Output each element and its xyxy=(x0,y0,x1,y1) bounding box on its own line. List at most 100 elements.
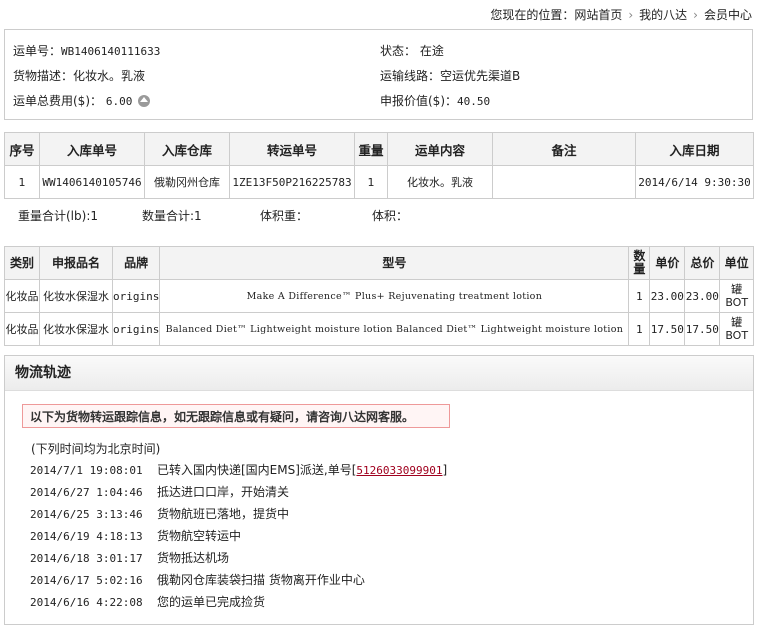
volume-weight: 体积重： xyxy=(260,209,309,223)
cell-weight: 1 xyxy=(354,165,388,199)
cell-declared-name: 化妆水保湿水 xyxy=(39,279,113,313)
event-time: 2014/6/19 4:18:13 xyxy=(30,530,143,543)
event-text: 货物航空转运中 xyxy=(157,529,242,543)
goods-description-value: 化妆水。乳液 xyxy=(73,69,146,83)
goods-description-label: 货物描述： xyxy=(13,69,74,83)
event-time: 2014/6/25 3:13:46 xyxy=(30,508,143,521)
list-item: 2014/6/16 4:22:08 您的运单已完成捡货 xyxy=(30,594,447,616)
event-time: 2014/6/16 4:22:08 xyxy=(30,596,143,609)
list-item: 2014/7/1 19:08:01 已转入国内快递[国内EMS]派送,单号[512… xyxy=(30,462,447,484)
col-seq: 序号 xyxy=(4,132,40,166)
inbound-table-header: 序号 入库单号 入库仓库 转运单号 重量 运单内容 备注 入库日期 xyxy=(4,132,754,166)
breadcrumb: 您现在的位置：网站首页 › 我的八达 › 会员中心 xyxy=(490,6,752,23)
inbound-table: 序号 入库单号 入库仓库 转运单号 重量 运单内容 备注 入库日期 1 WW14… xyxy=(4,132,754,199)
route-row: 运输线路：空运优先渠道B xyxy=(380,67,520,84)
waybill-number-label: 运单号： xyxy=(13,44,62,58)
fee-detail-toggle-icon[interactable] xyxy=(138,95,151,107)
col-brand: 品牌 xyxy=(111,246,161,280)
list-item: 2014/6/17 5:02:16 俄勒冈仓库装袋扫描 货物离开作业中心 xyxy=(30,572,447,594)
cell-unit: 罐BOT xyxy=(719,279,754,313)
col-weight: 重量 xyxy=(354,132,388,166)
col-remark: 备注 xyxy=(492,132,636,166)
declaration-table-header: 类别 申报品名 品牌 型号 数量 单价 总价 单位 xyxy=(4,246,754,280)
breadcrumb-home-link[interactable]: 网站首页 xyxy=(574,8,622,22)
cell-category: 化妆品 xyxy=(4,312,40,346)
col-category: 类别 xyxy=(4,246,40,280)
cell-warehouse: 俄勒冈州仓库 xyxy=(144,165,230,199)
event-time: 2014/7/1 19:08:01 xyxy=(30,464,143,477)
declared-value-row: 申报价值($)：40.50 xyxy=(380,92,490,109)
cell-model: Balanced Diet™ Lightweight moisture loti… xyxy=(159,312,630,346)
list-item: 2014/6/25 3:13:46 货物航班已落地，提货中 xyxy=(30,506,447,528)
col-content: 运单内容 xyxy=(387,132,493,166)
list-item: 2014/6/27 1:04:46 抵达进口口岸，开始清关 xyxy=(30,484,447,506)
waybill-summary: 运单号：WB1406140111633 状态： 在途 货物描述：化妆水。乳液 运… xyxy=(4,29,753,120)
cell-inbound-date: 2014/6/14 9:30:30 xyxy=(635,165,754,199)
event-time: 2014/6/17 5:02:16 xyxy=(30,574,143,587)
event-text: 已转入国内快递[国内EMS]派送,单号[ xyxy=(157,463,357,477)
table-row: 1 WW1406140105746 俄勒冈州仓库 1ZE13F50P216225… xyxy=(4,165,754,199)
event-text-suffix: ] xyxy=(442,463,448,477)
cell-qty: 1 xyxy=(628,312,651,346)
event-text: 您的运单已完成捡货 xyxy=(157,595,266,609)
chevron-right-icon: › xyxy=(628,8,634,22)
cell-brand: origins xyxy=(111,279,161,313)
status-label: 状态： xyxy=(380,44,417,58)
total-weight: 重量合计(lb):1 xyxy=(18,209,98,223)
route-label: 运输线路： xyxy=(380,69,441,83)
logistics-panel: 物流轨迹 以下为货物转运跟踪信息，如无跟踪信息或有疑问，请咨询八达网客服。 (下… xyxy=(4,355,754,625)
cell-seq: 1 xyxy=(4,165,40,199)
cell-remark xyxy=(492,165,636,199)
list-item: 2014/6/18 3:01:17 货物抵达机场 xyxy=(30,550,447,572)
cell-category: 化妆品 xyxy=(4,279,40,313)
cell-declared-name: 化妆水保湿水 xyxy=(39,312,113,346)
cell-unit-price: 17.50 xyxy=(649,312,686,346)
col-model: 型号 xyxy=(159,246,630,280)
declaration-table: 类别 申报品名 品牌 型号 数量 单价 总价 单位 化妆品 化妆水保湿水 ori… xyxy=(4,246,754,346)
event-time: 2014/6/18 3:01:17 xyxy=(30,552,143,565)
cell-unit: 罐BOT xyxy=(719,312,754,346)
ems-tracking-link[interactable]: 5126033099901 xyxy=(356,464,442,477)
col-inbound-date: 入库日期 xyxy=(635,132,754,166)
breadcrumb-member-center-link[interactable]: 会员中心 xyxy=(704,8,752,22)
col-transfer-no: 转运单号 xyxy=(229,132,355,166)
col-warehouse: 入库仓库 xyxy=(144,132,230,166)
tracking-events: 2014/7/1 19:08:01 已转入国内快递[国内EMS]派送,单号[512… xyxy=(30,462,447,616)
event-text: 货物抵达机场 xyxy=(157,551,230,565)
cell-unit-price: 23.00 xyxy=(649,279,686,313)
cell-transfer-no: 1ZE13F50P216225783 xyxy=(229,165,355,199)
cell-inbound-no: WW1406140105746 xyxy=(39,165,145,199)
event-time: 2014/6/27 1:04:46 xyxy=(30,486,143,499)
tracking-notice: 以下为货物转运跟踪信息，如无跟踪信息或有疑问，请咨询八达网客服。 xyxy=(22,404,450,428)
cell-qty: 1 xyxy=(628,279,651,313)
event-text: 俄勒冈仓库装袋扫描 货物离开作业中心 xyxy=(157,573,365,587)
breadcrumb-my-bada-link[interactable]: 我的八达 xyxy=(639,8,687,22)
total-fee-label: 运单总费用($)： xyxy=(13,94,102,108)
chevron-right-icon: › xyxy=(693,8,698,22)
totals-row: 重量合计(lb):1 数量合计:1 体积重： 体积： xyxy=(0,207,758,223)
volume: 体积： xyxy=(372,209,409,223)
col-unit: 单位 xyxy=(719,246,754,280)
cell-brand: origins xyxy=(111,312,161,346)
declared-value-value: 40.50 xyxy=(457,95,491,108)
table-row: 化妆品 化妆水保湿水 origins Make A Difference™ Pl… xyxy=(4,279,754,313)
col-inbound-no: 入库单号 xyxy=(39,132,145,166)
logistics-title: 物流轨迹 xyxy=(5,356,753,391)
timezone-note: (下列时间均为北京时间) xyxy=(31,442,161,456)
col-qty: 数量 xyxy=(628,246,651,280)
waybill-number-row: 运单号：WB1406140111633 xyxy=(13,42,160,59)
col-unit-price: 单价 xyxy=(649,246,686,280)
event-text: 货物航班已落地，提货中 xyxy=(157,507,290,521)
cell-total-price: 17.50 xyxy=(684,312,721,346)
col-total-price: 总价 xyxy=(684,246,721,280)
cell-model: Make A Difference™ Plus+ Rejuvenating tr… xyxy=(159,279,630,313)
table-row: 化妆品 化妆水保湿水 origins Balanced Diet™ Lightw… xyxy=(4,312,754,346)
cell-content: 化妆水。乳液 xyxy=(387,165,493,199)
status-row: 状态： 在途 xyxy=(380,42,444,59)
event-text: 抵达进口口岸，开始清关 xyxy=(157,485,290,499)
waybill-number-value: WB1406140111633 xyxy=(61,45,161,58)
total-fee-value: 6.00 xyxy=(105,95,133,108)
breadcrumb-prefix: 您现在的位置： xyxy=(490,8,575,22)
total-quantity: 数量合计:1 xyxy=(142,209,202,223)
cell-total-price: 23.00 xyxy=(684,279,721,313)
